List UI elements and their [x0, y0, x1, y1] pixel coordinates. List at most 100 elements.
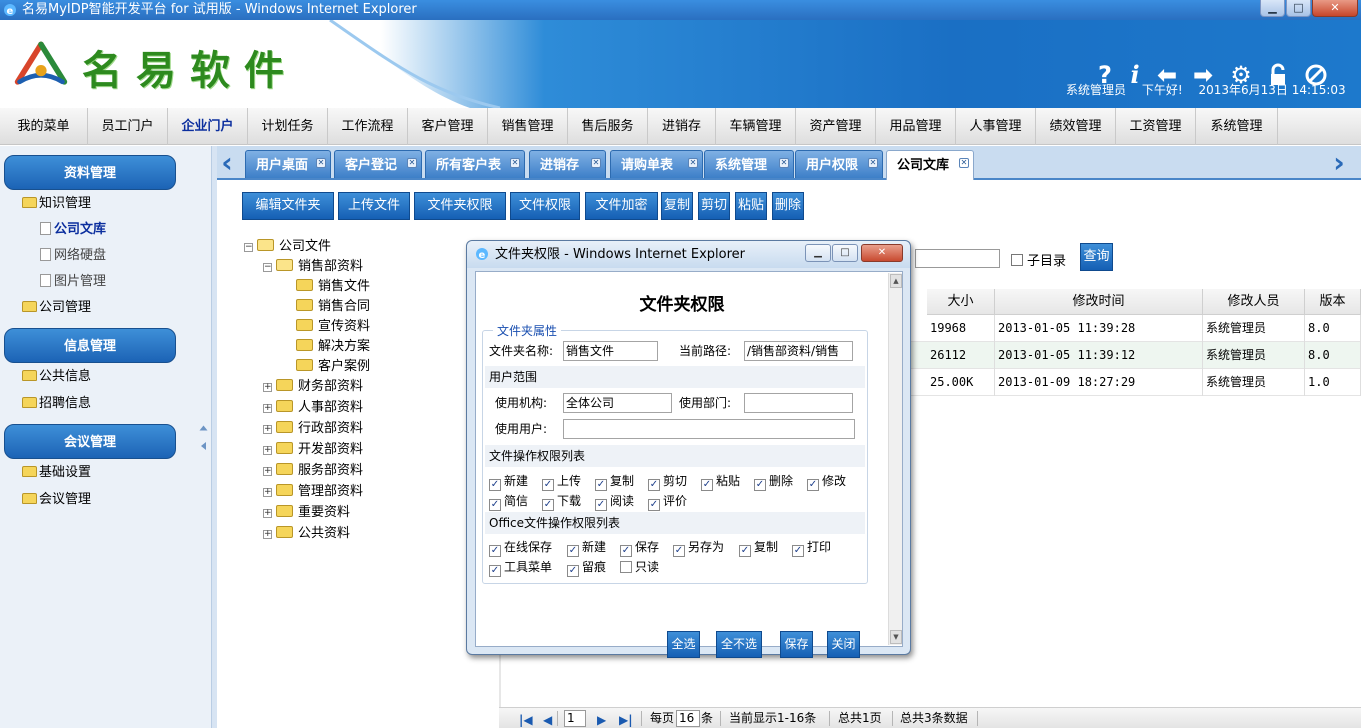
section-data-management[interactable]: 资料管理 — [4, 155, 176, 190]
checked-checkbox-icon[interactable]: ✓ — [595, 479, 607, 491]
select-all-button[interactable]: 全选 — [667, 631, 700, 658]
checked-checkbox-icon[interactable]: ✓ — [489, 545, 501, 557]
nav-assets[interactable]: 资产管理 — [796, 108, 876, 145]
copy-button[interactable]: 复制 — [661, 192, 693, 220]
tree-expand-icon[interactable]: + — [263, 530, 272, 539]
select-none-button[interactable]: 全不选 — [716, 631, 762, 658]
delete-button[interactable]: 删除 — [772, 192, 804, 220]
tree-node-sales[interactable]: − 销售部资料 — [263, 259, 363, 275]
user-field[interactable] — [563, 419, 855, 439]
office-op-checkbox[interactable]: 只读 — [620, 559, 659, 575]
dialog-title-bar[interactable]: e 文件夹权限 - Windows Internet Explorer ▁ □ … — [467, 241, 910, 268]
checked-checkbox-icon[interactable]: ✓ — [648, 499, 660, 511]
query-button[interactable]: 查询 — [1080, 243, 1113, 271]
file-op-checkbox[interactable]: ✓ 复制 — [595, 473, 634, 491]
office-op-checkbox[interactable]: ✓ 工具菜单 — [489, 559, 552, 577]
nav-hr[interactable]: 人事管理 — [956, 108, 1036, 145]
sidebar-item-public-info[interactable]: 公共信息 — [22, 368, 91, 386]
last-page-icon[interactable]: ▶| — [619, 710, 633, 728]
office-op-checkbox[interactable]: ✓ 保存 — [620, 539, 659, 557]
per-page-input[interactable]: 16 — [676, 710, 700, 727]
dept-field[interactable] — [744, 393, 853, 413]
tree-node-sales-contracts[interactable]: 销售合同 — [296, 299, 370, 315]
tree-node-hr[interactable]: + 人事部资料 — [263, 400, 363, 416]
minimize-button[interactable]: ▁ — [1260, 0, 1285, 17]
checked-checkbox-icon[interactable]: ✓ — [739, 545, 751, 557]
dialog-close-x-button[interactable]: ✕ — [861, 244, 903, 262]
unchecked-checkbox-icon[interactable] — [620, 561, 632, 573]
scroll-down-icon[interactable]: ▼ — [890, 630, 902, 644]
section-info-management[interactable]: 信息管理 — [4, 328, 176, 363]
sidebar-item-recruitment[interactable]: 招聘信息 — [22, 395, 91, 413]
nav-customer[interactable]: 客户管理 — [408, 108, 488, 145]
office-op-checkbox[interactable]: ✓ 新建 — [567, 539, 606, 557]
tree-collapse-icon[interactable]: − — [244, 243, 253, 252]
folder-permission-button[interactable]: 文件夹权限 — [414, 192, 506, 220]
tree-expand-icon[interactable]: + — [263, 446, 272, 455]
checked-checkbox-icon[interactable]: ✓ — [754, 479, 766, 491]
file-op-checkbox[interactable]: ✓ 简信 — [489, 493, 528, 511]
tree-node-promo[interactable]: 宣传资料 — [296, 319, 370, 335]
collapse-left-arrow-icon[interactable] — [201, 442, 206, 450]
file-op-checkbox[interactable]: ✓ 粘贴 — [701, 473, 740, 491]
tab-scroll-left-icon[interactable]: ‹ — [217, 148, 237, 178]
tree-node-dev[interactable]: + 开发部资料 — [263, 442, 363, 458]
checked-checkbox-icon[interactable]: ✓ — [542, 499, 554, 511]
tab-close-icon[interactable]: ✕ — [868, 158, 878, 168]
next-page-icon[interactable]: ▶ — [597, 710, 606, 728]
nav-inventory[interactable]: 进销存 — [648, 108, 716, 145]
tab-purchase-requests[interactable]: 请购单表 ✕ — [610, 150, 703, 178]
checked-checkbox-icon[interactable]: ✓ — [620, 545, 632, 557]
org-field[interactable]: 全体公司 — [563, 393, 672, 413]
nav-sales[interactable]: 销售管理 — [488, 108, 568, 145]
first-page-icon[interactable]: |◀ — [519, 710, 533, 728]
tab-close-icon[interactable]: ✕ — [591, 158, 601, 168]
column-header-modifier[interactable]: 修改人员 — [1203, 289, 1305, 315]
checked-checkbox-icon[interactable]: ✓ — [489, 479, 501, 491]
nav-performance[interactable]: 绩效管理 — [1036, 108, 1116, 145]
nav-my-menu[interactable]: 我的菜单 — [0, 108, 88, 145]
tab-close-icon[interactable]: ✕ — [688, 158, 698, 168]
tree-node-cases[interactable]: 客户案例 — [296, 359, 370, 375]
checked-checkbox-icon[interactable]: ✓ — [567, 565, 579, 577]
tree-node-important[interactable]: + 重要资料 — [263, 505, 350, 521]
file-permission-button[interactable]: 文件权限 — [510, 192, 580, 220]
office-op-checkbox[interactable]: ✓ 另存为 — [673, 539, 724, 557]
file-op-checkbox[interactable]: ✓ 阅读 — [595, 493, 634, 511]
tree-node-admin[interactable]: + 行政部资料 — [263, 421, 363, 437]
checked-checkbox-icon[interactable]: ✓ — [648, 479, 660, 491]
checked-checkbox-icon[interactable]: ✓ — [807, 479, 819, 491]
file-encrypt-button[interactable]: 文件加密 — [585, 192, 658, 220]
tab-system-management[interactable]: 系统管理 ✕ — [704, 150, 794, 178]
tree-node-finance[interactable]: + 财务部资料 — [263, 379, 363, 395]
page-number-input[interactable]: 1 — [564, 710, 586, 727]
section-meeting-management[interactable]: 会议管理 — [4, 424, 176, 459]
tab-close-icon[interactable]: ✕ — [316, 158, 326, 168]
nav-employee-portal[interactable]: 员工门户 — [88, 108, 168, 145]
checked-checkbox-icon[interactable]: ✓ — [595, 499, 607, 511]
checked-checkbox-icon[interactable]: ✓ — [701, 479, 713, 491]
folder-name-field[interactable]: 销售文件 — [563, 341, 658, 361]
office-op-checkbox[interactable]: ✓ 复制 — [739, 539, 778, 557]
tab-inventory[interactable]: 进销存 ✕ — [529, 150, 606, 178]
sidebar-item-meeting-management[interactable]: 会议管理 — [22, 491, 91, 509]
column-header-modified-time[interactable]: 修改时间 — [995, 289, 1203, 315]
checked-checkbox-icon[interactable]: ✓ — [542, 479, 554, 491]
dialog-minimize-button[interactable]: ▁ — [805, 244, 831, 262]
tree-node-public[interactable]: + 公共资料 — [263, 526, 350, 542]
column-header-version[interactable]: 版本 — [1305, 289, 1361, 315]
checked-checkbox-icon[interactable]: ✓ — [673, 545, 685, 557]
column-header-size[interactable]: 大小 — [927, 289, 995, 315]
tree-expand-icon[interactable]: + — [263, 467, 272, 476]
nav-after-sales[interactable]: 售后服务 — [568, 108, 648, 145]
maximize-button[interactable]: □ — [1286, 0, 1311, 17]
tab-company-library[interactable]: 公司文库 ✕ — [886, 150, 974, 180]
current-path-field[interactable]: /销售部资料/销售 — [744, 341, 853, 361]
upload-file-button[interactable]: 上传文件 — [338, 192, 410, 220]
nav-payroll[interactable]: 工资管理 — [1116, 108, 1196, 145]
nav-system[interactable]: 系统管理 — [1196, 108, 1278, 145]
tree-node-management[interactable]: + 管理部资料 — [263, 484, 363, 500]
checkbox-box[interactable] — [1011, 254, 1023, 266]
search-input[interactable] — [915, 249, 1000, 268]
sidebar-item-company-library[interactable]: 公司文库 — [40, 221, 106, 239]
